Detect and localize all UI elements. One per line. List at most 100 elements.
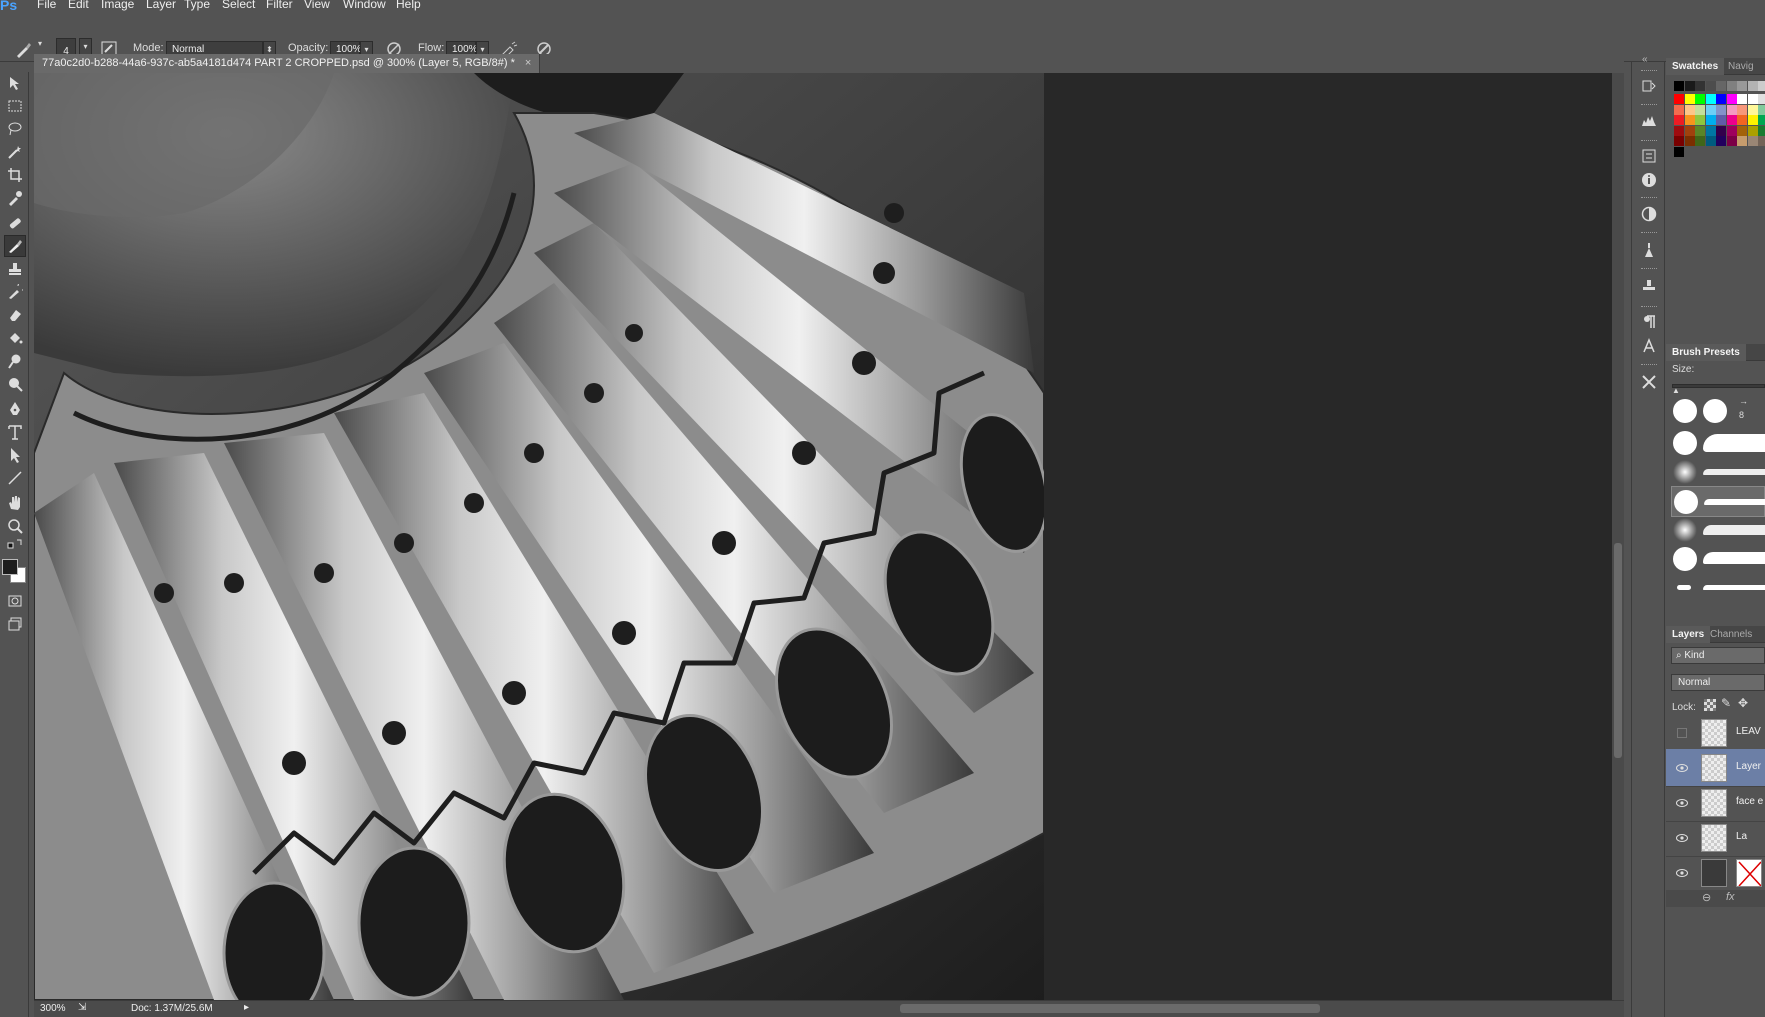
swatch[interactable] xyxy=(1705,115,1716,125)
link-layers-icon[interactable]: ⊖ xyxy=(1702,891,1711,904)
histogram-panel-icon[interactable] xyxy=(1639,110,1659,130)
vertical-scrollbar[interactable] xyxy=(1612,73,1624,1000)
swatch[interactable] xyxy=(1705,94,1716,104)
swatch[interactable] xyxy=(1716,104,1726,115)
dodge-tool-icon[interactable] xyxy=(4,350,26,372)
swatch[interactable] xyxy=(1674,104,1684,115)
menu-type[interactable]: Type xyxy=(184,0,210,11)
eraser-tool-icon[interactable] xyxy=(4,304,26,326)
swatch[interactable] xyxy=(1705,136,1716,146)
menu-file[interactable]: File xyxy=(37,0,56,11)
swatch[interactable] xyxy=(1695,81,1705,91)
swatch[interactable] xyxy=(1695,125,1705,136)
swatch[interactable] xyxy=(1674,125,1684,136)
swatch[interactable] xyxy=(1716,136,1726,146)
pen-tool-icon[interactable] xyxy=(4,398,26,420)
swatch[interactable] xyxy=(1747,81,1758,91)
swatch[interactable] xyxy=(1684,94,1695,104)
document-tab[interactable]: 77a0c2d0-b288-44a6-937c-ab5a4181d474 PAR… xyxy=(34,54,541,73)
brush-preset-row-selected[interactable] xyxy=(1671,486,1765,517)
share-icon[interactable]: ⇲ xyxy=(78,1002,86,1013)
swatch[interactable] xyxy=(1695,94,1705,104)
tool-presets-panel-icon[interactable] xyxy=(1639,372,1659,392)
menu-image[interactable]: Image xyxy=(101,0,134,11)
swatch[interactable] xyxy=(1684,104,1695,115)
layer-kind-filter[interactable]: ⌕ Kind xyxy=(1671,647,1765,664)
close-icon[interactable]: × xyxy=(525,57,531,69)
horizontal-scroll-thumb[interactable] xyxy=(900,1004,1320,1013)
fx-icon[interactable]: fx xyxy=(1726,891,1735,903)
hand-tool-icon[interactable] xyxy=(4,492,26,514)
swatch[interactable] xyxy=(1705,125,1716,136)
swatch[interactable] xyxy=(1726,136,1737,146)
eye-icon[interactable] xyxy=(1675,796,1689,810)
lasso-tool-icon[interactable] xyxy=(4,118,26,140)
menu-filter[interactable]: Filter xyxy=(266,0,293,11)
eye-icon[interactable] xyxy=(1675,761,1689,775)
swatch[interactable] xyxy=(1684,115,1695,125)
swatch[interactable] xyxy=(1726,104,1737,115)
swatch[interactable] xyxy=(1674,146,1684,157)
eyedropper-tool-icon[interactable] xyxy=(4,187,26,209)
zoom-tool-icon[interactable] xyxy=(4,515,26,537)
swatch[interactable] xyxy=(1747,125,1758,136)
swatch[interactable] xyxy=(1737,125,1747,136)
eye-icon[interactable] xyxy=(1675,831,1689,845)
swatch[interactable] xyxy=(1674,115,1684,125)
foreground-color-swatch[interactable] xyxy=(2,559,18,575)
swatch[interactable] xyxy=(1726,94,1737,104)
marquee-tool-icon[interactable] xyxy=(4,95,26,117)
swatch[interactable] xyxy=(1726,115,1737,125)
tab-swatches[interactable]: Swatches xyxy=(1666,58,1725,75)
swatch[interactable] xyxy=(1705,81,1716,91)
lock-position-icon[interactable]: ✥ xyxy=(1738,696,1748,710)
line-tool-icon[interactable] xyxy=(4,467,26,489)
zoom-level[interactable]: 300% xyxy=(40,1003,66,1014)
brush-preset-row[interactable] xyxy=(1671,515,1765,546)
crop-tool-icon[interactable] xyxy=(4,164,26,186)
magic-wand-tool-icon[interactable] xyxy=(4,141,26,163)
swatch[interactable] xyxy=(1726,125,1737,136)
clone-source-panel-icon[interactable] xyxy=(1639,276,1659,296)
swatch[interactable] xyxy=(1747,136,1758,146)
swatch[interactable] xyxy=(1705,104,1716,115)
swatch[interactable] xyxy=(1737,115,1747,125)
adjustments-panel-icon[interactable] xyxy=(1639,204,1659,224)
status-menu-arrow-icon[interactable]: ▸ xyxy=(244,1002,249,1013)
quick-mask-icon[interactable] xyxy=(4,590,26,612)
swatch[interactable] xyxy=(1747,115,1758,125)
history-brush-tool-icon[interactable] xyxy=(4,281,26,303)
menu-edit[interactable]: Edit xyxy=(68,0,89,11)
swatch[interactable] xyxy=(1726,81,1737,91)
swatch[interactable] xyxy=(1695,136,1705,146)
eye-icon[interactable] xyxy=(1675,866,1689,880)
swatch[interactable] xyxy=(1758,94,1765,104)
collapse-dock-icon[interactable]: « xyxy=(1642,54,1648,65)
swatch[interactable] xyxy=(1716,115,1726,125)
swatch[interactable] xyxy=(1747,104,1758,115)
history-panel-icon[interactable] xyxy=(1639,76,1659,96)
swatch[interactable] xyxy=(1758,115,1765,125)
layer-blend-mode[interactable]: Normal xyxy=(1671,674,1765,691)
swatch[interactable] xyxy=(1737,104,1747,115)
swatch[interactable] xyxy=(1695,115,1705,125)
menu-window[interactable]: Window xyxy=(343,0,386,11)
menu-view[interactable]: View xyxy=(304,0,330,11)
swatch[interactable] xyxy=(1758,136,1765,146)
menu-layer[interactable]: Layer xyxy=(146,0,176,11)
paragraph-panel-icon[interactable] xyxy=(1639,312,1659,332)
layer-row[interactable]: Layer xyxy=(1666,749,1765,787)
layer-row[interactable] xyxy=(1666,854,1765,892)
move-tool-icon[interactable] xyxy=(4,72,26,94)
swatch[interactable] xyxy=(1716,94,1726,104)
paint-bucket-tool-icon[interactable] xyxy=(4,327,26,349)
swap-colors-icon[interactable] xyxy=(4,537,26,551)
horizontal-scrollbar[interactable] xyxy=(280,1000,1620,1017)
swatch[interactable] xyxy=(1758,125,1765,136)
swatch[interactable] xyxy=(1758,81,1765,91)
brush-preset-row[interactable] xyxy=(1671,428,1765,459)
vertical-scroll-thumb[interactable] xyxy=(1614,543,1622,758)
eye-icon[interactable] xyxy=(1677,728,1687,738)
layer-row[interactable]: LEAV xyxy=(1666,714,1765,752)
swatch[interactable] xyxy=(1737,136,1747,146)
